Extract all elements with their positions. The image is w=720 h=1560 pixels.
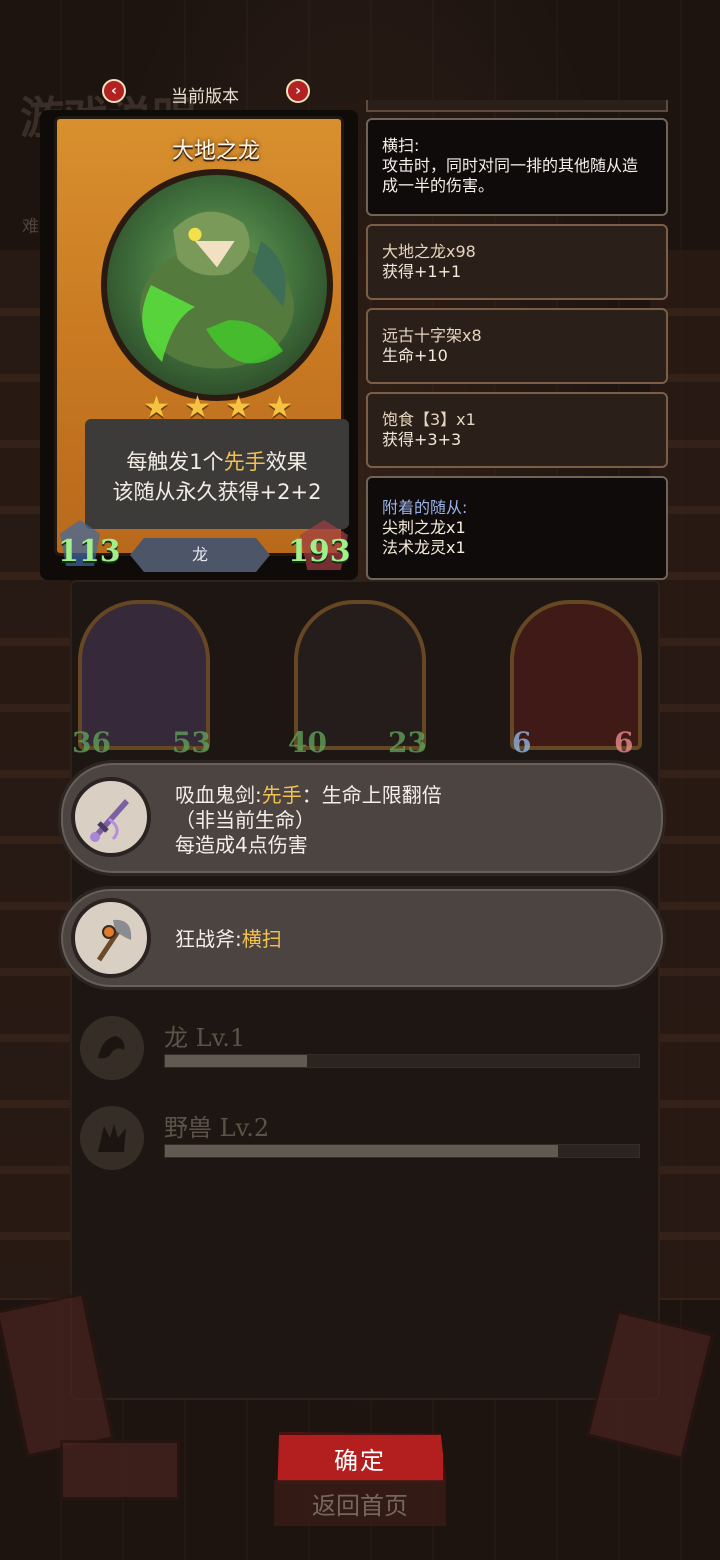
card-attack: 113 — [58, 534, 121, 569]
keyword-text: 攻击时，同时对同一排的其他随从造成一半的伤害。 — [382, 156, 639, 195]
chevron-left-icon: ‹ — [111, 83, 117, 99]
buff-source: 远古十字架x8 — [382, 326, 482, 345]
attached-item: 尖刺之龙x1 — [382, 518, 466, 537]
equipment-name: 吸血鬼剑: — [175, 783, 262, 807]
minion-card: 大地之龙 ★ ★ ★ ★ 每触发1个先手效果 该随从永久获得+2+2 113 龙… — [40, 110, 358, 580]
buff-entry: 远古十字架x8 生命+10 — [366, 308, 668, 384]
minion-1-attack: 36 — [72, 726, 111, 759]
version-selector: ‹ 当前版本 › — [100, 76, 310, 108]
description-keyword: 先手 — [223, 450, 266, 474]
chevron-right-icon: › — [295, 83, 301, 99]
tribe-progress-fill — [165, 1055, 308, 1067]
minion-2-health: 23 — [388, 726, 427, 759]
description-line-2: 该随从永久获得+2+2 — [112, 480, 322, 504]
equipment-name: 狂战斧: — [175, 927, 242, 951]
equipment-line-3: 每造成4点伤害 — [175, 833, 308, 857]
card-description: 每触发1个先手效果 该随从永久获得+2+2 — [85, 419, 349, 529]
description-pre: 每触发1个 — [126, 450, 224, 474]
equipment-keyword: 先手 — [261, 783, 302, 807]
keyword-info-box: 横扫: 攻击时，同时对同一排的其他随从造成一半的伤害。 — [366, 118, 668, 216]
keyword-title: 横扫: — [382, 136, 420, 155]
tribe-progress-bar — [164, 1054, 640, 1068]
card-name: 大地之龙 — [171, 139, 260, 164]
equipment-line-1: 吸血鬼剑:先手：生命上限翻倍 — [175, 783, 442, 808]
tribe-level-beast: 野兽 Lv.2 — [80, 1100, 650, 1170]
equipment-line-2: （非当前生命） — [175, 808, 315, 832]
dragon-art-icon — [140, 211, 294, 369]
attached-minions-box: 附着的随从: 尖刺之龙x1 法术龙灵x1 — [366, 476, 668, 580]
minion-2-attack: 40 — [288, 726, 327, 759]
buff-effect: 获得+1+1 — [382, 262, 462, 281]
return-home-button[interactable]: 返回首页 — [274, 1480, 446, 1526]
version-label: 当前版本 — [171, 87, 239, 107]
buff-source: 大地之龙x98 — [382, 242, 476, 261]
tribe-progress-fill — [165, 1145, 559, 1157]
prev-version-button[interactable]: ‹ — [102, 79, 126, 103]
axe-icon — [71, 898, 151, 978]
tribe-level-dragon: 龙 Lv.1 — [80, 1010, 650, 1080]
book-decoration — [60, 1440, 180, 1500]
dragon-tribe-icon — [80, 1016, 144, 1080]
equipment-vampire-sword[interactable]: 吸血鬼剑:先手：生命上限翻倍 （非当前生命） 每造成4点伤害 — [58, 760, 666, 876]
equipment-description: 吸血鬼剑:先手：生命上限翻倍 （非当前生命） 每造成4点伤害 — [175, 783, 442, 858]
buff-effect: 获得+3+3 — [382, 430, 462, 449]
equipment-keyword: 横扫 — [241, 927, 282, 951]
attached-header: 附着的随从: — [382, 498, 468, 517]
buff-entry: 饱食【3】x1 获得+3+3 — [366, 392, 668, 468]
sword-icon — [71, 777, 151, 857]
tribe-progress-bar — [164, 1144, 640, 1158]
equipment-effect: ：生命上限翻倍 — [301, 783, 442, 807]
minion-1-health: 53 — [172, 726, 211, 759]
card-frame: 大地之龙 ★ ★ ★ ★ 每触发1个先手效果 该随从永久获得+2+2 — [54, 116, 349, 556]
attached-item: 法术龙灵x1 — [382, 538, 466, 557]
card-tribe-tag: 龙 — [130, 538, 270, 572]
confirm-button[interactable]: 确定 — [277, 1432, 446, 1484]
buff-entry: 大地之龙x98 获得+1+1 — [366, 224, 668, 300]
dragon-portrait — [101, 169, 333, 401]
minion-3-health: 6 — [614, 726, 634, 759]
description-mid: 效果 — [265, 450, 308, 474]
difficulty-label: 难 — [22, 217, 39, 237]
buff-source: 饱食【3】x1 — [382, 410, 476, 429]
tribe-label: 龙 Lv.1 — [164, 1024, 246, 1052]
card-health: 193 — [288, 534, 351, 569]
next-version-button[interactable]: › — [286, 79, 310, 103]
buff-effect: 生命+10 — [382, 346, 448, 365]
tribe-label: 野兽 Lv.2 — [164, 1114, 270, 1142]
minion-3-attack: 6 — [512, 726, 532, 759]
equipment-berserker-axe[interactable]: 狂战斧:横扫 — [58, 886, 666, 990]
beast-tribe-icon — [80, 1106, 144, 1170]
equipment-description: 狂战斧:横扫 — [175, 927, 282, 952]
description-line-1: 每触发1个先手效果 — [85, 447, 349, 477]
info-scroll-top — [366, 100, 668, 112]
